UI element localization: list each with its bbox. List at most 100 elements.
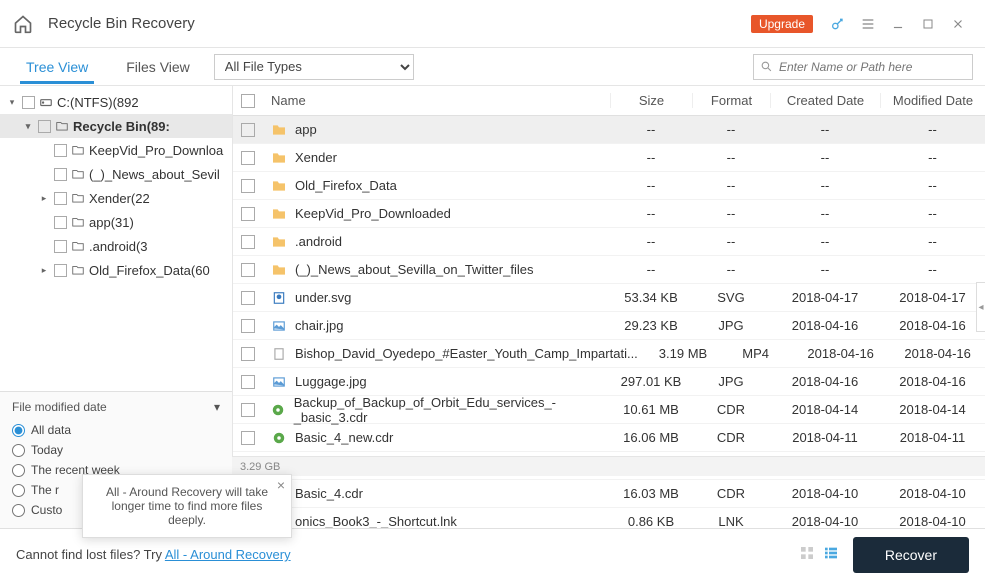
tree-item[interactable]: ▸Old_Firefox_Data(60 [0,258,232,282]
column-name[interactable]: Name [263,93,610,108]
file-format: CDR [692,402,770,417]
row-checkbox[interactable] [241,151,255,165]
file-icon [271,122,287,138]
grid-view-icon[interactable] [799,545,815,564]
file-size: 297.01 KB [610,374,692,389]
file-created: 2018-04-10 [770,486,880,501]
file-created: -- [770,206,880,221]
status-bar: 3.29 GB [232,456,985,476]
column-created[interactable]: Created Date [770,93,880,108]
file-icon [271,346,287,362]
checkbox[interactable] [54,216,67,229]
row-checkbox[interactable] [241,319,255,333]
tooltip-close-icon[interactable]: × [277,477,285,493]
row-checkbox[interactable] [241,347,255,361]
row-checkbox[interactable] [241,431,255,445]
file-name: app [295,122,317,137]
upgrade-button[interactable]: Upgrade [751,15,813,33]
file-icon [271,178,287,194]
column-format[interactable]: Format [692,93,770,108]
table-row[interactable]: Luggage.jpg297.01 KBJPG2018-04-162018-04… [233,368,985,396]
home-icon[interactable] [12,13,34,35]
row-checkbox[interactable] [241,179,255,193]
file-format: -- [692,122,770,137]
search-box[interactable] [753,54,973,80]
table-row[interactable]: chair.jpg29.23 KBJPG2018-04-162018-04-16 [233,312,985,340]
tree-item[interactable]: (_)_News_about_Sevil [0,162,232,186]
file-size: -- [610,122,692,137]
file-format: CDR [692,486,770,501]
tree-item[interactable]: app(31) [0,210,232,234]
checkbox[interactable] [54,144,67,157]
row-checkbox[interactable] [241,375,255,389]
file-size: 16.06 MB [610,430,692,445]
list-view-icon[interactable] [823,545,839,564]
file-format: SVG [692,290,770,305]
menu-icon[interactable] [853,9,883,39]
file-format: JPG [692,318,770,333]
tab-files-view[interactable]: Files View [112,51,204,83]
file-format: JPG [692,374,770,389]
checkbox[interactable] [54,192,67,205]
row-checkbox[interactable] [241,403,255,417]
tree-item[interactable]: KeepVid_Pro_Downloa [0,138,232,162]
column-size[interactable]: Size [610,93,692,108]
close-icon[interactable] [943,9,973,39]
column-modified[interactable]: Modified Date [880,93,985,108]
table-row[interactable]: under.svg53.34 KBSVG2018-04-172018-04-17 [233,284,985,312]
table-row[interactable]: app-------- [233,116,985,144]
checkbox[interactable] [54,240,67,253]
filter-option[interactable]: All data [12,420,220,440]
minimize-icon[interactable] [883,9,913,39]
table-row[interactable]: Bishop_David_Oyedepo_#Easter_Youth_Camp_… [233,340,985,368]
row-checkbox[interactable] [241,123,255,137]
file-name: (_)_News_about_Sevilla_on_Twitter_files [295,262,533,277]
tree-item[interactable]: ▾C:(NTFS)(892 [0,90,232,114]
table-row[interactable]: .android-------- [233,228,985,256]
checkbox[interactable] [38,120,51,133]
file-name: Backup_of_Backup_of_Orbit_Edu_services_-… [294,395,602,425]
file-created: -- [770,150,880,165]
tab-tree-view[interactable]: Tree View [12,51,102,83]
maximize-icon[interactable] [913,9,943,39]
table-row[interactable]: Old_Firefox_Data-------- [233,172,985,200]
table-row[interactable]: Basic_4.cdr16.03 MBCDR2018-04-102018-04-… [233,480,985,508]
file-name: Luggage.jpg [295,374,367,389]
checkbox[interactable] [22,96,35,109]
row-checkbox[interactable] [241,263,255,277]
file-modified: -- [880,150,985,165]
checkbox[interactable] [54,264,67,277]
table-row[interactable]: onics_Book3_-_Shortcut.lnk0.86 KBLNK2018… [233,508,985,528]
table-row[interactable]: (_)_News_about_Sevilla_on_Twitter_files -… [233,256,985,284]
file-size: 10.61 MB [610,402,692,417]
checkbox[interactable] [54,168,67,181]
row-checkbox[interactable] [241,235,255,249]
all-around-recovery-link[interactable]: All - Around Recovery [165,547,291,562]
table-row[interactable]: Basic_4_new.cdr16.06 MBCDR2018-04-112018… [233,424,985,452]
search-input[interactable] [779,60,966,74]
file-name: Basic_4_new.cdr [295,430,393,445]
tree-item[interactable]: ▾Recycle Bin(89: [0,114,232,138]
row-checkbox[interactable] [241,291,255,305]
expand-handle[interactable]: ◂ [976,282,985,332]
table-row[interactable]: Backup_of_Backup_of_Orbit_Edu_services_-… [233,396,985,424]
file-modified: -- [880,122,985,137]
file-modified: 2018-04-11 [880,430,985,445]
tree-item[interactable]: .android(3 [0,234,232,258]
table-row[interactable]: Xender-------- [233,144,985,172]
file-created: 2018-04-16 [791,346,890,361]
file-name: KeepVid_Pro_Downloaded [295,206,451,221]
chevron-down-icon[interactable]: ▾ [214,400,220,414]
recover-button[interactable]: Recover [853,537,969,573]
table-row[interactable]: KeepVid_Pro_Downloaded-------- [233,200,985,228]
filter-option[interactable]: Today [12,440,220,460]
select-all-checkbox[interactable] [241,94,255,108]
file-size: -- [610,262,692,277]
file-icon [271,430,287,446]
file-format: -- [692,234,770,249]
tree-item[interactable]: ▸Xender(22 [0,186,232,210]
key-icon[interactable] [823,9,853,39]
file-name: Xender [295,150,337,165]
row-checkbox[interactable] [241,207,255,221]
file-type-select[interactable]: All File Types [214,54,414,80]
